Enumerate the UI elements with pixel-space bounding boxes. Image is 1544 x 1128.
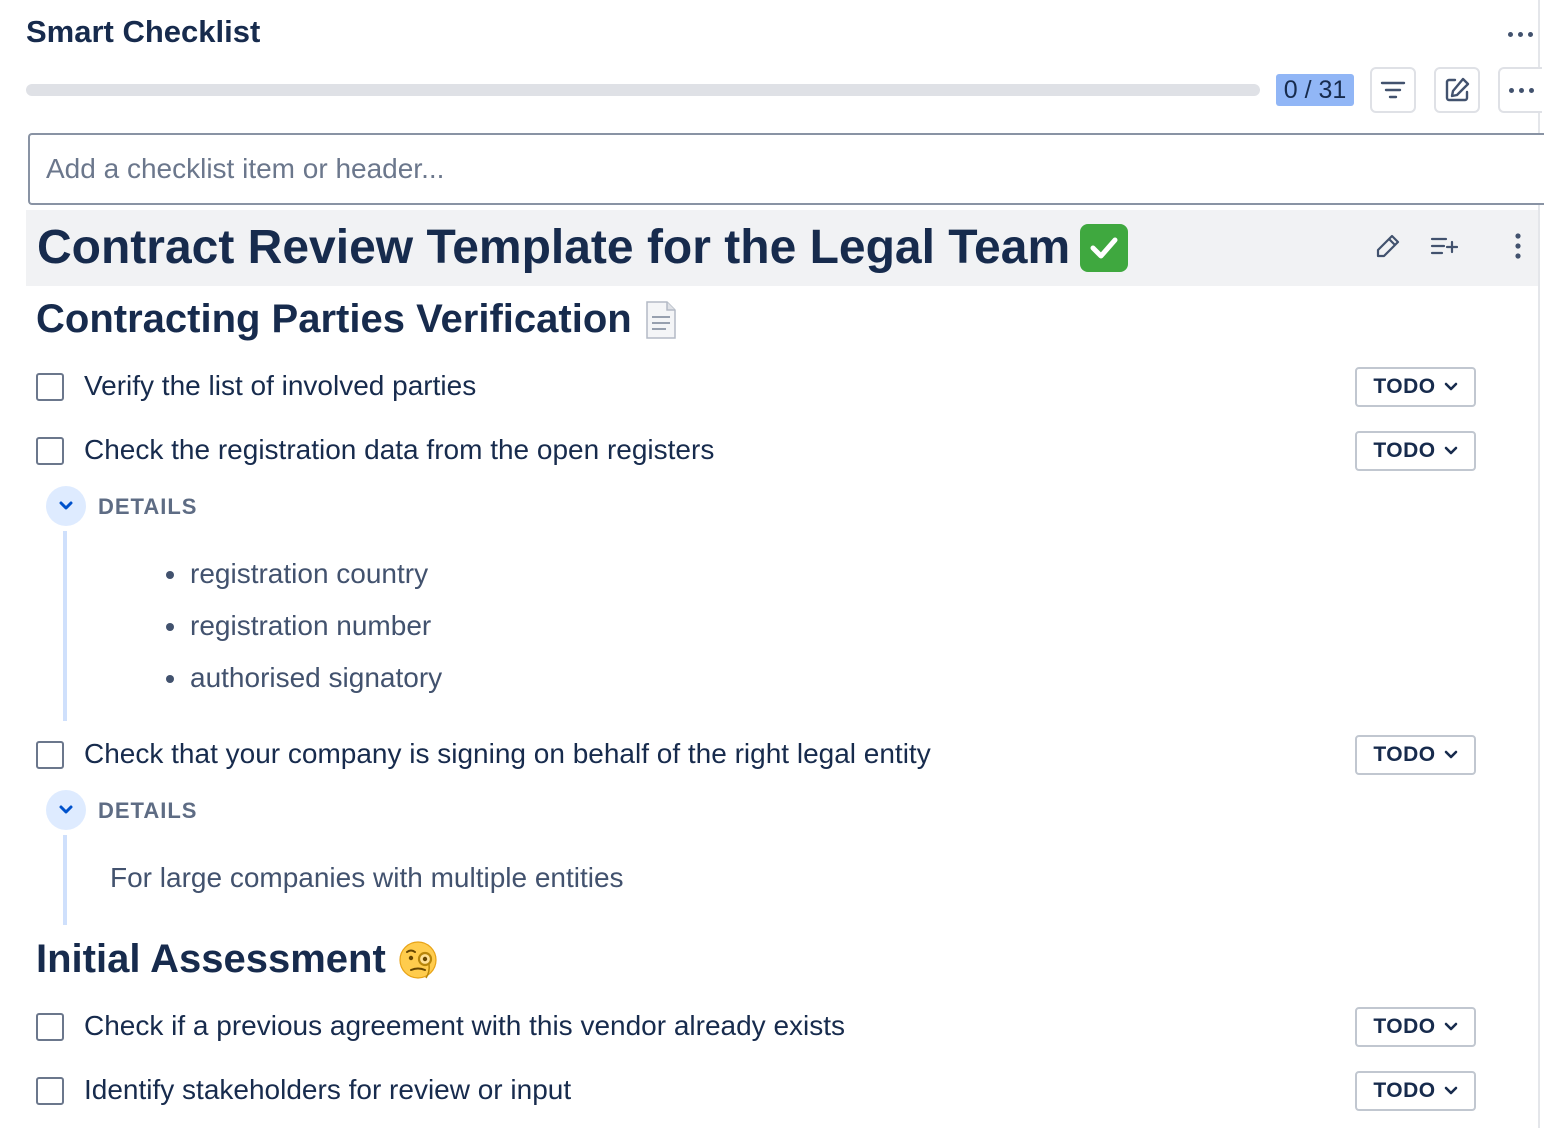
details-bullet: registration country bbox=[165, 557, 442, 609]
details-divider bbox=[63, 531, 67, 721]
checklist-item: Check that your company is signing on be… bbox=[36, 735, 1476, 775]
details-bullet: registration number bbox=[165, 609, 442, 661]
pencil-icon bbox=[1376, 234, 1400, 258]
item-checkbox[interactable] bbox=[36, 437, 64, 465]
edit-button[interactable] bbox=[1434, 67, 1480, 113]
progress-bar bbox=[26, 84, 1260, 96]
filter-button[interactable] bbox=[1370, 67, 1416, 113]
rename-button[interactable] bbox=[1368, 226, 1408, 266]
details-divider bbox=[63, 835, 67, 925]
checklist-item: Verify the list of involved parties TODO bbox=[36, 367, 1476, 407]
section-header: Contracting Parties Verification bbox=[36, 297, 678, 342]
template-title: Contract Review Template for the Legal T… bbox=[37, 220, 1129, 275]
document-icon bbox=[645, 300, 676, 339]
details-label: DETAILS bbox=[98, 494, 198, 519]
check-mark-icon bbox=[1080, 223, 1129, 272]
details-bullet-list: registration country registration number… bbox=[165, 557, 442, 713]
app-title: Smart Checklist bbox=[26, 14, 261, 49]
item-checkbox[interactable] bbox=[36, 741, 64, 769]
status-dropdown[interactable]: TODO bbox=[1355, 1071, 1476, 1111]
chevron-down-icon bbox=[1444, 1022, 1457, 1031]
chevron-down-icon bbox=[1444, 1086, 1457, 1095]
item-text[interactable]: Check if a previous agreement with this … bbox=[84, 1010, 845, 1042]
filter-icon bbox=[1380, 81, 1406, 99]
chevron-down-icon bbox=[1444, 750, 1457, 759]
checklist-item: Identify stakeholders for review or inpu… bbox=[36, 1071, 1476, 1111]
status-dropdown[interactable]: TODO bbox=[1355, 1007, 1476, 1047]
details-bullet: authorised signatory bbox=[165, 661, 442, 713]
item-text[interactable]: Verify the list of involved parties bbox=[84, 370, 476, 402]
details-toggle[interactable] bbox=[46, 790, 86, 830]
item-checkbox[interactable] bbox=[36, 1077, 64, 1105]
more-vertical-icon bbox=[1515, 233, 1521, 259]
item-checkbox[interactable] bbox=[36, 373, 64, 401]
progress-counter: 0 / 31 bbox=[1276, 74, 1354, 106]
chevron-down-icon bbox=[59, 501, 73, 510]
status-dropdown[interactable]: TODO bbox=[1355, 367, 1476, 407]
status-dropdown[interactable]: TODO bbox=[1355, 431, 1476, 471]
details-label: DETAILS bbox=[98, 798, 198, 823]
section-header: Initial Assessment bbox=[36, 937, 438, 982]
add-subitem-button[interactable] bbox=[1424, 226, 1464, 266]
add-item-input[interactable] bbox=[28, 133, 1544, 205]
template-header: Contract Review Template for the Legal T… bbox=[26, 210, 1538, 286]
status-dropdown[interactable]: TODO bbox=[1355, 735, 1476, 775]
details-toggle[interactable] bbox=[46, 486, 86, 526]
edit-icon bbox=[1445, 77, 1470, 102]
chevron-down-icon bbox=[1444, 382, 1457, 391]
more-horizontal-icon bbox=[1507, 31, 1533, 37]
item-text[interactable]: Check the registration data from the ope… bbox=[84, 434, 714, 466]
checklist-item: Check if a previous agreement with this … bbox=[36, 1007, 1476, 1047]
item-checkbox[interactable] bbox=[36, 1013, 64, 1041]
more-horizontal-icon bbox=[1508, 87, 1534, 93]
monocle-face-icon bbox=[399, 940, 437, 979]
item-text[interactable]: Check that your company is signing on be… bbox=[84, 738, 931, 770]
checklist-item: Check the registration data from the ope… bbox=[36, 431, 1476, 471]
item-text[interactable]: Identify stakeholders for review or inpu… bbox=[84, 1074, 571, 1106]
panel-more-button[interactable] bbox=[1500, 16, 1540, 52]
details-text: For large companies with multiple entiti… bbox=[110, 862, 624, 893]
list-add-icon bbox=[1430, 237, 1458, 255]
chevron-down-icon bbox=[1444, 446, 1457, 455]
chevron-down-icon bbox=[59, 805, 73, 814]
more-options-button[interactable] bbox=[1498, 67, 1542, 113]
header-menu-button[interactable] bbox=[1498, 226, 1538, 266]
